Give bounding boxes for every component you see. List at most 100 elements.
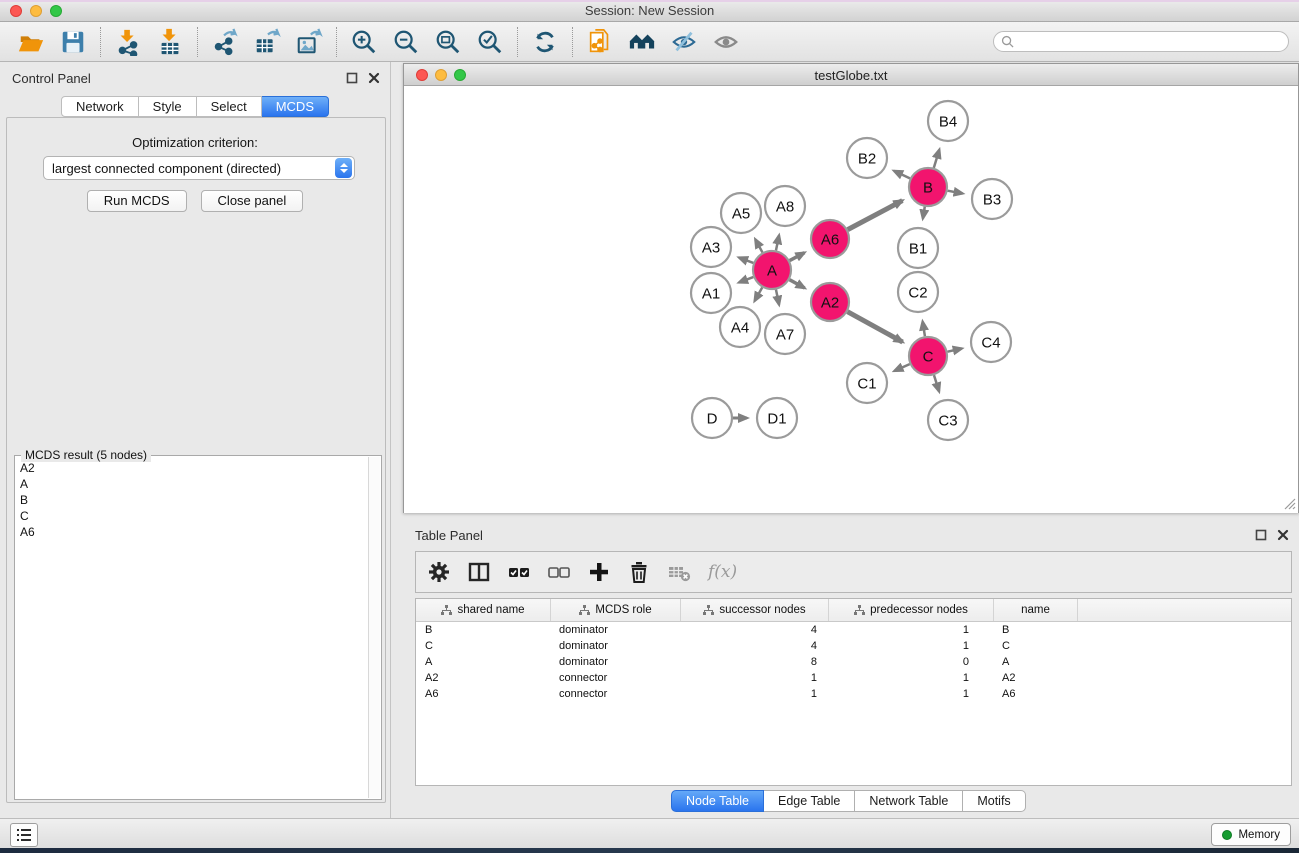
export-network-button[interactable] <box>204 25 246 59</box>
graph-edge-A-A2[interactable] <box>790 280 805 288</box>
zoom-selected-button[interactable] <box>469 25 511 59</box>
refresh-button[interactable] <box>524 25 566 59</box>
zoom-in-button[interactable] <box>343 25 385 59</box>
unselect-all-button[interactable] <box>546 559 572 585</box>
node-table[interactable]: shared nameMCDS rolesuccessor nodesprede… <box>415 598 1292 786</box>
graph-edge-C-C3[interactable] <box>934 375 939 391</box>
graph-node-C1[interactable]: C1 <box>847 363 887 403</box>
function-builder-button[interactable]: f(x) <box>706 562 737 582</box>
table-row[interactable]: A6connector11A6 <box>416 686 1291 702</box>
show-panels-button[interactable] <box>10 823 38 847</box>
table-row[interactable]: Adominator80A <box>416 654 1291 670</box>
graph-node-A8[interactable]: A8 <box>765 186 805 226</box>
graph-edge-A-A4[interactable] <box>755 287 763 300</box>
graph-edge-C-C2[interactable] <box>923 322 925 337</box>
export-table-button[interactable] <box>246 25 288 59</box>
create-column-button[interactable] <box>586 559 612 585</box>
graph-node-A7[interactable]: A7 <box>765 314 805 354</box>
graph-edge-B-B4[interactable] <box>934 150 939 168</box>
graph-node-D[interactable]: D <box>692 398 732 438</box>
graph-node-B1[interactable]: B1 <box>898 228 938 268</box>
hide-selected-button[interactable] <box>663 25 705 59</box>
graph-node-B3[interactable]: B3 <box>972 179 1012 219</box>
table-row[interactable]: A2connector11A2 <box>416 670 1291 686</box>
memory-button[interactable]: Memory <box>1211 823 1291 846</box>
column-header-name[interactable]: name <box>994 599 1078 621</box>
graph-node-B4[interactable]: B4 <box>928 101 968 141</box>
zoom-out-button[interactable] <box>385 25 427 59</box>
tab-edge-table[interactable]: Edge Table <box>764 790 855 812</box>
graph-edge-B-B1[interactable] <box>923 207 925 219</box>
graph-edge-A-A8[interactable] <box>776 235 779 250</box>
export-image-button[interactable] <box>288 25 330 59</box>
float-panel-icon[interactable] <box>346 72 358 84</box>
graph-node-C2[interactable]: C2 <box>898 272 938 312</box>
column-header-successor-nodes[interactable]: successor nodes <box>681 599 829 621</box>
mcds-result-scrollbar[interactable] <box>368 457 380 798</box>
mcds-result-item[interactable]: B <box>16 492 368 508</box>
graph-node-D1[interactable]: D1 <box>757 398 797 438</box>
table-row[interactable]: Cdominator41C <box>416 638 1291 654</box>
graph-node-A3[interactable]: A3 <box>691 227 731 267</box>
table-settings-button[interactable] <box>426 559 452 585</box>
tab-network[interactable]: Network <box>61 96 139 117</box>
tab-style[interactable]: Style <box>139 96 197 117</box>
graph-node-A4[interactable]: A4 <box>720 307 760 347</box>
graph-edge-A-A5[interactable] <box>755 239 762 252</box>
column-header-predecessor-nodes[interactable]: predecessor nodes <box>829 599 994 621</box>
graph-node-B[interactable]: B <box>909 168 947 206</box>
import-table-button[interactable] <box>149 25 191 59</box>
column-header-shared-name[interactable]: shared name <box>416 599 551 621</box>
graph-edge-A-A1[interactable] <box>739 277 753 282</box>
graph-edge-C-C1[interactable] <box>894 364 909 371</box>
graph-edge-C-C4[interactable] <box>948 349 962 352</box>
new-network-from-file-button[interactable] <box>579 25 621 59</box>
graph-edge-A-A3[interactable] <box>739 258 753 263</box>
graph-node-A5[interactable]: A5 <box>721 193 761 233</box>
delete-table-button[interactable] <box>666 559 692 585</box>
run-mcds-button[interactable]: Run MCDS <box>87 190 187 212</box>
graph-edge-B-B3[interactable] <box>948 191 963 194</box>
search-input[interactable] <box>1014 35 1281 49</box>
float-panel-icon[interactable] <box>1255 529 1267 541</box>
delete-column-button[interactable] <box>626 559 652 585</box>
network-window-titlebar[interactable]: testGlobe.txt <box>404 64 1298 86</box>
graph-node-A[interactable]: A <box>753 251 791 289</box>
column-header-MCDS-role[interactable]: MCDS role <box>551 599 681 621</box>
graph-node-C3[interactable]: C3 <box>928 400 968 440</box>
graph-node-A2[interactable]: A2 <box>811 283 849 321</box>
window-resize-grip[interactable] <box>1282 496 1296 510</box>
open-session-button[interactable] <box>10 25 52 59</box>
tab-select[interactable]: Select <box>197 96 262 117</box>
graph-edge-A2-C[interactable] <box>848 312 903 342</box>
tab-network-table[interactable]: Network Table <box>855 790 963 812</box>
mcds-result-item[interactable]: A <box>16 476 368 492</box>
table-row[interactable]: Bdominator41B <box>416 622 1291 638</box>
graph-node-C[interactable]: C <box>909 337 947 375</box>
show-all-button[interactable] <box>705 25 747 59</box>
graph-node-A6[interactable]: A6 <box>811 220 849 258</box>
mcds-result-list[interactable]: A2ABCA6 <box>16 460 368 798</box>
search-field[interactable] <box>993 31 1289 52</box>
graph-edge-A6-B[interactable] <box>848 201 903 230</box>
close-panel-button[interactable]: Close panel <box>201 190 304 212</box>
tab-motifs[interactable]: Motifs <box>963 790 1025 812</box>
tab-node-table[interactable]: Node Table <box>671 790 764 812</box>
zoom-fit-button[interactable] <box>427 25 469 59</box>
mcds-result-item[interactable]: C <box>16 508 368 524</box>
import-network-button[interactable] <box>107 25 149 59</box>
close-panel-icon[interactable] <box>1277 529 1289 541</box>
select-all-button[interactable] <box>506 559 532 585</box>
mcds-result-item[interactable]: A2 <box>16 460 368 476</box>
graph-edge-A-A6[interactable] <box>790 253 805 261</box>
graph-edge-B-B2[interactable] <box>894 171 910 179</box>
tab-mcds[interactable]: MCDS <box>262 96 329 117</box>
mcds-result-item[interactable]: A6 <box>16 524 368 540</box>
network-graph-canvas[interactable]: B4B2BB3A8A5A6A3B1AA1C2A2A4A7C4CC1C3DD1 <box>404 86 1298 513</box>
home-button[interactable] <box>621 25 663 59</box>
close-panel-icon[interactable] <box>368 72 380 84</box>
show-column-panel-button[interactable] <box>466 559 492 585</box>
graph-edge-A-A7[interactable] <box>776 290 779 305</box>
graph-node-B2[interactable]: B2 <box>847 138 887 178</box>
graph-node-C4[interactable]: C4 <box>971 322 1011 362</box>
